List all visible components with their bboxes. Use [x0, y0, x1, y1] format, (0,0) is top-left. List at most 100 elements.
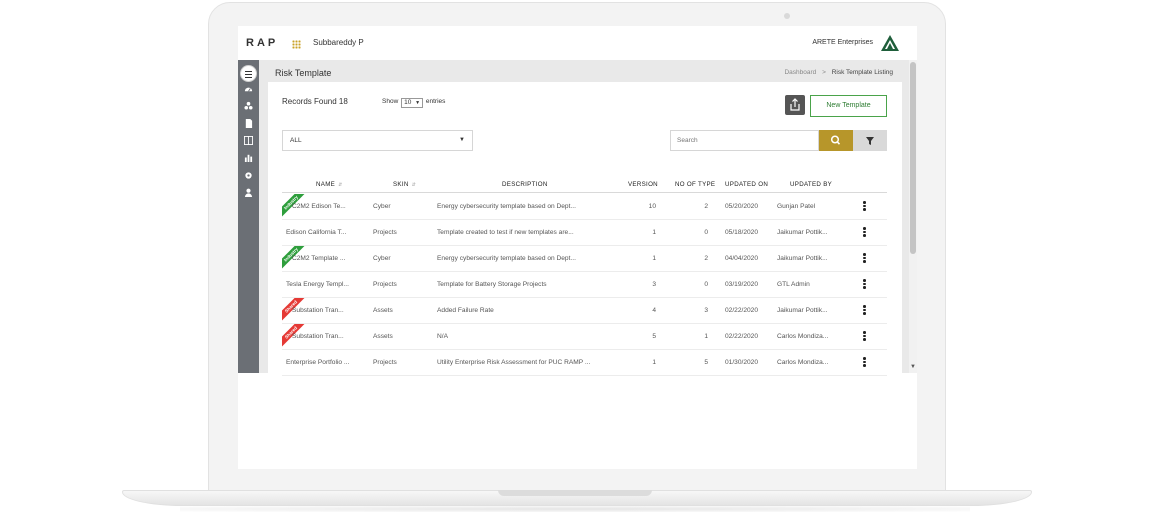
- cell-name: Edison California T...: [286, 229, 347, 236]
- cell-name: Substation Tran...: [292, 307, 344, 314]
- org-logo-icon: [881, 35, 899, 51]
- column-header-updated-by: UPDATED BY: [790, 181, 833, 188]
- breadcrumb-dashboard[interactable]: Dashboard: [784, 69, 816, 76]
- dashboard-icon[interactable]: [244, 84, 253, 93]
- page-title: Risk Template: [275, 68, 332, 78]
- table-row[interactable]: Shared Substation Tran... Assets N/A 5 1 02/22…: [282, 324, 887, 350]
- cell-description: Template created to test if new template…: [437, 229, 574, 236]
- column-header-skin[interactable]: SKIN ⇵: [393, 181, 416, 188]
- cell-version: 1: [652, 359, 656, 366]
- listing-card: Records Found 18 Show 10 ▼ entries New Te…: [268, 82, 902, 376]
- chart-icon[interactable]: [244, 153, 253, 162]
- cell-version: 4: [652, 307, 656, 314]
- document-icon[interactable]: [244, 119, 253, 128]
- row-actions-kebab-icon[interactable]: [863, 201, 866, 212]
- camera-dot: [784, 13, 790, 19]
- cell-description: Energy cybersecurity template based on D…: [437, 203, 576, 210]
- cell-no-of-type: 1: [704, 333, 708, 340]
- cell-description: N/A: [437, 333, 448, 340]
- network-icon[interactable]: [244, 101, 253, 110]
- skin-filter-value: ALL: [290, 137, 302, 144]
- cell-updated-by: GTL Admin: [777, 281, 810, 288]
- cell-updated-on: 02/22/2020: [725, 307, 759, 314]
- search-button[interactable]: [819, 130, 853, 151]
- cell-version: 1: [652, 255, 656, 262]
- sort-icon: ⇵: [338, 182, 343, 188]
- column-header-description: DESCRIPTION: [502, 181, 548, 188]
- cell-no-of-type: 3: [704, 307, 708, 314]
- export-button[interactable]: [785, 95, 805, 115]
- sidebar: [238, 60, 259, 373]
- cell-updated-on: 02/22/2020: [725, 333, 759, 340]
- cell-no-of-type: 0: [704, 229, 708, 236]
- app-logo[interactable]: RAP: [246, 37, 278, 49]
- cell-name: C2M2 Template ...: [292, 255, 346, 262]
- skin-filter-select[interactable]: ALL ▼: [282, 130, 473, 151]
- cell-updated-by: Gunjan Patel: [777, 203, 816, 210]
- laptop-mockup: RAP Subbareddy P ARETE Enterprises Risk …: [0, 0, 1150, 515]
- gear-icon[interactable]: [244, 171, 253, 180]
- show-label: Show: [382, 98, 399, 105]
- search-input[interactable]: [670, 130, 819, 151]
- laptop-shadow: [180, 506, 970, 512]
- chevron-down-icon: ▼: [459, 137, 465, 143]
- table-row[interactable]: Industry C2M2 Template ... Cyber Energy cyb…: [282, 246, 887, 272]
- table-row[interactable]: Industry C2M2 Edison Te... Cyber Energy cyb…: [282, 194, 887, 220]
- column-header-updated-on: UPDATED ON: [725, 181, 769, 188]
- cell-no-of-type: 2: [704, 203, 708, 210]
- row-actions-kebab-icon[interactable]: [863, 227, 866, 238]
- page-size-select[interactable]: 10 ▼: [401, 98, 424, 108]
- cell-updated-on: 01/30/2020: [725, 359, 759, 366]
- cell-no-of-type: 0: [704, 281, 708, 288]
- row-actions-kebab-icon[interactable]: [863, 279, 866, 290]
- table-row[interactable]: Edison California T... Projects Template c…: [282, 220, 887, 246]
- apps-grid-icon[interactable]: [292, 40, 301, 49]
- chevron-down-icon: ▼: [415, 100, 421, 106]
- table-row[interactable]: Tesla Energy Templ... Projects Template fo…: [282, 272, 887, 298]
- scrollbar-thumb[interactable]: [910, 62, 916, 254]
- page-size-value: 10: [404, 99, 412, 106]
- cell-updated-on: 05/20/2020: [725, 203, 759, 210]
- cell-no-of-type: 5: [704, 359, 708, 366]
- column-header-name[interactable]: NAME ⇵: [316, 181, 343, 188]
- columns-icon[interactable]: [244, 136, 253, 145]
- breadcrumb-current: Risk Template Listing: [831, 69, 893, 76]
- cell-no-of-type: 2: [704, 255, 708, 262]
- scroll-down-arrow-icon[interactable]: ▼: [910, 364, 916, 370]
- cell-updated-by: Jaikumar Pottik...: [777, 307, 828, 314]
- hamburger-menu-icon[interactable]: [240, 65, 257, 82]
- breadcrumb-separator: >: [822, 69, 826, 76]
- cell-description: Utility Enterprise Risk Assessment for P…: [437, 359, 591, 366]
- cell-updated-on: 03/19/2020: [725, 281, 759, 288]
- row-actions-kebab-icon[interactable]: [863, 305, 866, 316]
- cell-skin: Cyber: [373, 255, 391, 262]
- cell-skin: Projects: [373, 359, 397, 366]
- app-screen: RAP Subbareddy P ARETE Enterprises Risk …: [238, 26, 917, 469]
- cell-version: 5: [652, 333, 656, 340]
- cell-skin: Assets: [373, 307, 393, 314]
- cell-skin: Assets: [373, 333, 393, 340]
- cell-version: 10: [648, 203, 656, 210]
- user-icon[interactable]: [244, 188, 253, 197]
- cell-description: Template for Battery Storage Projects: [437, 281, 547, 288]
- cell-name: Tesla Energy Templ...: [286, 281, 349, 288]
- filter-button[interactable]: [853, 130, 887, 151]
- cell-name: C2M2 Edison Te...: [292, 203, 346, 210]
- column-header-no-of-type: NO OF TYPE: [675, 181, 716, 188]
- cell-skin: Cyber: [373, 203, 391, 210]
- table-row[interactable]: Shared Substation Tran... Assets Added Fail…: [282, 298, 887, 324]
- new-template-button[interactable]: New Template: [810, 95, 887, 117]
- row-actions-kebab-icon[interactable]: [863, 331, 866, 342]
- laptop-notch: [498, 490, 652, 496]
- cell-updated-on: 05/18/2020: [725, 229, 759, 236]
- row-actions-kebab-icon[interactable]: [863, 253, 866, 264]
- page-size-control: Show 10 ▼ entries: [382, 97, 445, 108]
- org-name: ARETE Enterprises: [812, 39, 873, 46]
- user-name[interactable]: Subbareddy P: [313, 38, 364, 47]
- table-row[interactable]: Enterprise Portfolio ... Projects Utility …: [282, 350, 887, 376]
- cell-skin: Projects: [373, 281, 397, 288]
- main-content: Risk Template Dashboard > Risk Template …: [259, 60, 909, 376]
- cell-skin: Projects: [373, 229, 397, 236]
- cell-updated-by: Jaikumar Pottik...: [777, 229, 828, 236]
- row-actions-kebab-icon[interactable]: [863, 357, 866, 368]
